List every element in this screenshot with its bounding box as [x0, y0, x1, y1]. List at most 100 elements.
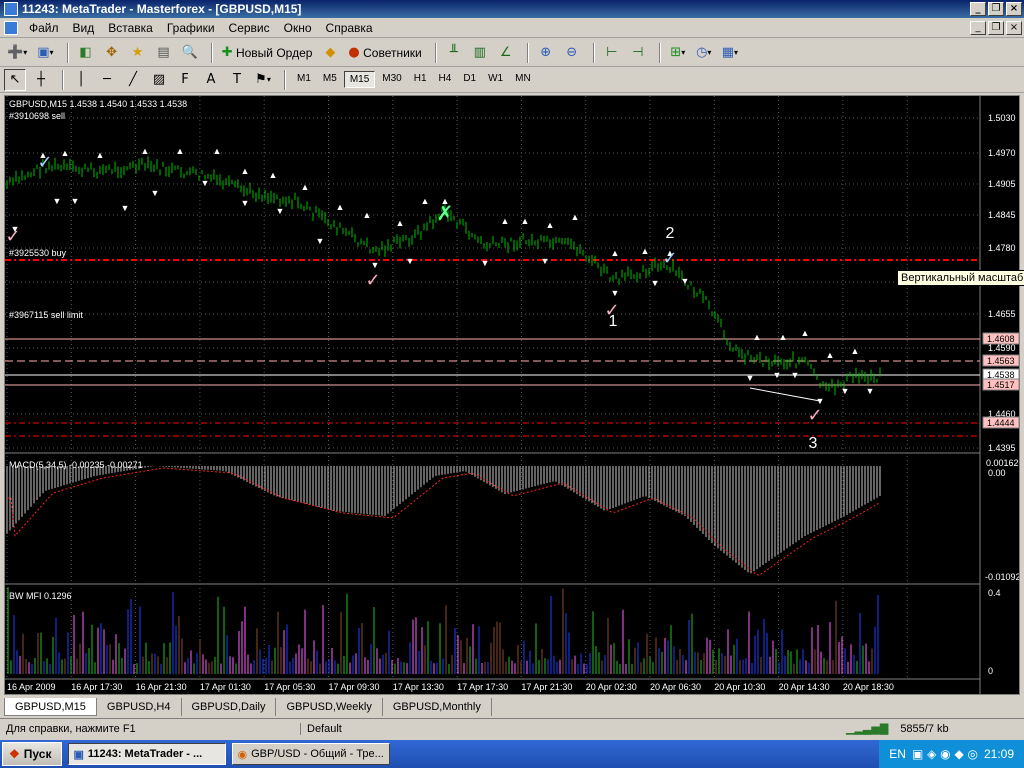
profiles-button[interactable]: ▣ ▾ [34, 42, 56, 64]
title-bar: 11243: MetaTrader - Masterforex - [GBPUS… [0, 0, 1024, 18]
fractal-down: ▼ [841, 386, 850, 396]
fractal-up: ▲ [396, 218, 405, 228]
timeframe-m30[interactable]: M30 [377, 71, 406, 88]
cursor-tool[interactable]: ↖ [4, 68, 26, 91]
chart-tab[interactable]: GBPUSD,Weekly [276, 698, 383, 716]
annotation-2: 2 [666, 225, 675, 242]
chart-tab[interactable]: GBPUSD,Daily [182, 698, 277, 716]
chart-window[interactable]: 1.50301.49701.49051.48451.47801.47201.46… [4, 95, 1020, 695]
time-label: 17 Apr 09:30 [329, 682, 380, 692]
price-tick: 1.4845 [988, 210, 1016, 220]
restore-button[interactable]: ❐ [988, 2, 1004, 16]
price-chart[interactable]: 1.50301.49701.49051.48451.47801.47201.46… [5, 96, 1019, 694]
timeframe-m15[interactable]: M15 [343, 71, 376, 88]
zoom-out-button[interactable]: ⊖ [561, 42, 583, 64]
price-label: 1.4444 [987, 418, 1015, 428]
candles-icon: ▥ [473, 45, 486, 60]
new-chart-icon: ➕ [7, 45, 24, 60]
fibo-tool[interactable]: F [174, 69, 196, 91]
time-label: 17 Apr 13:30 [393, 682, 444, 692]
trendline-tool[interactable]: ╱ [122, 69, 144, 91]
channel-tool[interactable]: ▨ [148, 69, 170, 91]
vertical-line-tool[interactable]: │ [70, 69, 92, 91]
language-indicator[interactable]: EN [889, 747, 906, 761]
price-tick: 1.5030 [988, 113, 1016, 123]
metaeditor-icon: ◆ [325, 45, 336, 60]
timeframe-h4[interactable]: H4 [434, 71, 457, 88]
templates-button[interactable]: ▦ ▾ [719, 42, 741, 64]
terminal-button[interactable]: ▤ [153, 42, 175, 64]
chart-shift-button[interactable]: ⊣ [627, 42, 649, 64]
taskbar: ❖ Пуск ▣ 11243: MetaTrader - ... ◉ GBP/USD … [0, 740, 1024, 768]
doc-minimize-button[interactable]: _ [970, 21, 986, 35]
timeframe-mn[interactable]: MN [510, 71, 536, 88]
experts-icon: ● [348, 45, 360, 60]
time-label: 17 Apr 17:30 [457, 682, 508, 692]
minimize-button[interactable]: _ [970, 2, 986, 16]
arrows-icon: ⚑ [255, 72, 267, 87]
chart-tab[interactable]: GBPUSD,Monthly [383, 698, 492, 716]
timeframe-w1[interactable]: W1 [483, 71, 508, 88]
time-label: 17 Apr 05:30 [264, 682, 315, 692]
crosshair-tool[interactable]: ┼ [30, 69, 52, 91]
fractal-up: ▲ [801, 328, 810, 338]
tester-button[interactable]: 🔍 [179, 42, 201, 64]
line-chart-button[interactable]: ∠ [495, 42, 517, 64]
fractal-up: ▲ [241, 166, 250, 176]
doc-restore-button[interactable]: ❐ [988, 21, 1004, 35]
new-chart-button[interactable]: ➕ ▾ [4, 42, 30, 64]
start-button[interactable]: ❖ Пуск [2, 742, 63, 766]
task-browser[interactable]: ◉ GBP/USD - Общий - Тре... [232, 743, 391, 765]
label-tool[interactable]: T [226, 69, 248, 91]
close-button[interactable]: × [1006, 2, 1022, 16]
bar-chart-icon: ╨ [449, 45, 458, 60]
clock: 21:09 [983, 747, 1014, 761]
price-tick: 1.4780 [988, 243, 1016, 253]
indicators-button[interactable]: ⊞ ▾ [667, 42, 689, 64]
fractal-up: ▲ [779, 332, 788, 342]
autoscroll-button[interactable]: ⊢ [601, 42, 623, 64]
order-label-buy: #3925530 buy [9, 248, 67, 258]
menu-item[interactable]: Вид [66, 21, 102, 35]
trendline-icon: ╱ [129, 72, 137, 87]
folder-icon: ★ [131, 45, 144, 60]
text-icon: A [206, 72, 216, 87]
menu-item[interactable]: Сервис [222, 21, 277, 35]
folder-button[interactable]: ★ [127, 42, 149, 64]
fractal-up: ▲ [753, 332, 762, 342]
doc-close-button[interactable]: × [1006, 21, 1022, 35]
fractal-down: ▼ [71, 196, 80, 206]
menu-item[interactable]: Справка [319, 21, 380, 35]
fractal-up: ▲ [546, 220, 555, 230]
chart-tab[interactable]: GBPUSD,M15 [4, 698, 97, 716]
chart-tab[interactable]: GBPUSD,H4 [97, 698, 182, 716]
experts-button[interactable]: ● Советники [345, 42, 424, 64]
fractal-down: ▼ [541, 256, 550, 266]
timeframe-m5[interactable]: M5 [318, 71, 342, 88]
task-metatrader[interactable]: ▣ 11243: MetaTrader - ... [68, 743, 227, 765]
timeframe-d1[interactable]: D1 [458, 71, 481, 88]
timeframe-m1[interactable]: M1 [292, 71, 316, 88]
bar-chart-button[interactable]: ╨ [443, 42, 465, 64]
fractal-up: ▲ [421, 196, 430, 206]
drawing-toolbar: ↖ ┼ │ ─ ╱ ▨ F A T ⚑ ▾ M1 M5 M15 M30 H1 H4 D1 W1 M… [0, 67, 1024, 93]
menu-item[interactable]: Окно [277, 21, 319, 35]
label-icon: T [233, 72, 241, 87]
text-tool[interactable]: A [200, 69, 222, 91]
new-order-button[interactable]: ✚ Новый Ордер [219, 42, 316, 64]
time-label: 20 Apr 06:30 [650, 682, 701, 692]
periods-button[interactable]: ◷ ▾ [693, 42, 715, 64]
horizontal-line-tool[interactable]: ─ [96, 69, 118, 91]
macd-tick: 0.00162 [986, 458, 1019, 468]
menu-item[interactable]: Графики [160, 21, 222, 35]
fractal-up: ▲ [301, 182, 310, 192]
arrows-tool[interactable]: ⚑ ▾ [252, 69, 274, 91]
navigator-button[interactable]: ✥ [101, 42, 123, 64]
zoom-in-button[interactable]: ⊕ [535, 42, 557, 64]
menu-item[interactable]: Файл [22, 21, 66, 35]
metaeditor-button[interactable]: ◆ [319, 42, 341, 64]
timeframe-h1[interactable]: H1 [409, 71, 432, 88]
market-watch-button[interactable]: ◧ [75, 42, 97, 64]
menu-item[interactable]: Вставка [101, 21, 160, 35]
candles-button[interactable]: ▥ [469, 42, 491, 64]
